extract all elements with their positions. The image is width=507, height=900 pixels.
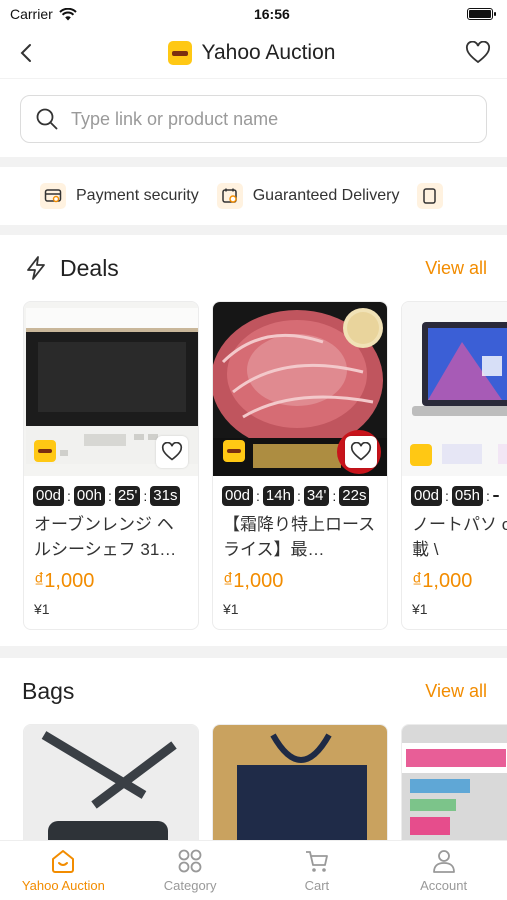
deal-card[interactable]: 00d: 00h: 25': 31s オーブンレンジ ヘルシーシェフ 31… ₫… [23, 301, 199, 630]
deals-header: Deals View all [0, 235, 507, 301]
nav-bar: Yahoo Auction [0, 28, 507, 78]
divider [0, 157, 507, 167]
countdown-timer: 00d: 14h: 34': 22s [213, 476, 387, 506]
feature-payment-security: Payment security [40, 183, 199, 209]
timer-hours: 00h [73, 486, 105, 506]
timer-minutes: 25' [114, 486, 141, 506]
product-name: オーブンレンジ ヘルシーシェフ 31… [34, 515, 177, 559]
deals-view-all-link[interactable]: View all [425, 258, 487, 279]
product-price: ₫1,000 [412, 570, 473, 592]
product-price-yen: ¥1 [223, 601, 239, 617]
product-image [213, 302, 387, 476]
home-icon [52, 850, 75, 873]
timer-days: 00d [411, 486, 443, 506]
feature-guaranteed-delivery: Guaranteed Delivery [216, 183, 400, 209]
divider [0, 646, 507, 658]
heart-icon[interactable] [465, 41, 491, 65]
payment-security-icon [40, 183, 66, 209]
timer-days: 00d [33, 486, 65, 506]
account-icon [432, 850, 455, 873]
category-icon [178, 849, 202, 873]
bags-view-all-link[interactable]: View all [425, 681, 487, 702]
tab-bar: Yahoo Auction Category Cart Account [0, 840, 507, 900]
product-price-yen: ¥1 [34, 601, 50, 617]
tab-cart[interactable]: Cart [254, 841, 381, 900]
status-bar: Carrier 16:56 [0, 0, 507, 28]
product-name: 【霜降り特上ロースライス】最… [223, 515, 376, 559]
tab-label: Category [163, 878, 217, 893]
divider [0, 225, 507, 235]
product-price: ₫1,000 [34, 570, 95, 592]
deals-title: Deals [60, 254, 119, 281]
countdown-timer: 00d: 05h: [402, 476, 507, 506]
wifi-icon [59, 7, 77, 20]
feature-label: Payment security [76, 187, 199, 204]
timer-minutes [492, 495, 499, 497]
countdown-timer: 00d: 00h: 25': 31s [24, 476, 198, 506]
bags-title: Bags [22, 677, 75, 704]
deals-carousel[interactable]: 00d: 00h: 25': 31s オーブンレンジ ヘルシーシェフ 31… ₫… [0, 301, 507, 630]
yahoo-badge-icon [223, 440, 245, 462]
deal-card[interactable]: 00d: 14h: 34': 22s 【霜降り特上ロースライス】最… ₫1,00… [212, 301, 388, 630]
product-name: ノートパソ office搭載 \ [412, 515, 507, 559]
tab-label: Account [420, 878, 468, 893]
bags-header: Bags View all [0, 658, 507, 724]
page-title: Yahoo Auction [167, 41, 336, 65]
product-price-yen: ¥1 [412, 601, 428, 617]
product-image [24, 302, 198, 476]
search-icon [36, 108, 58, 130]
tab-account[interactable]: Account [380, 841, 507, 900]
timer-hours: 05h [451, 486, 483, 506]
tab-label: Cart [304, 878, 330, 893]
clock: 16:56 [253, 6, 290, 22]
page-title-text: Yahoo Auction [201, 41, 336, 64]
product-price: ₫1,000 [223, 570, 284, 592]
feature-label: Guaranteed Delivery [252, 187, 400, 204]
favorite-button[interactable] [345, 436, 377, 468]
yahoo-badge-icon [34, 440, 56, 462]
search-section [0, 78, 507, 157]
feature-more-icon [417, 183, 444, 209]
timer-minutes: 34' [303, 486, 330, 506]
product-image [402, 302, 507, 476]
feature-more [417, 183, 444, 209]
timer-days: 00d [222, 486, 254, 506]
guaranteed-delivery-icon [216, 183, 243, 209]
yahoo-auction-logo [167, 41, 192, 65]
search-box[interactable] [20, 95, 487, 143]
heart-icon [161, 442, 183, 461]
favorite-button[interactable] [156, 436, 188, 468]
tab-yahoo-auction[interactable]: Yahoo Auction [0, 841, 127, 900]
heart-icon [350, 442, 372, 461]
back-icon[interactable] [16, 42, 38, 64]
timer-hours: 14h [262, 486, 294, 506]
features-strip[interactable]: Payment security Guaranteed Delivery [0, 167, 507, 225]
timer-seconds: 31s [150, 486, 181, 506]
carrier-label: Carrier [10, 6, 53, 22]
tab-label: Yahoo Auction [21, 878, 105, 893]
battery-icon [467, 8, 496, 20]
cart-icon [305, 851, 328, 872]
tab-category[interactable]: Category [127, 841, 254, 900]
timer-seconds: 22s [339, 486, 370, 506]
search-input[interactable] [71, 108, 472, 130]
deal-card[interactable]: 00d: 05h: ノートパソ office搭載 \ ₫1,000 ¥1 [401, 301, 507, 630]
lightning-icon [27, 256, 45, 280]
